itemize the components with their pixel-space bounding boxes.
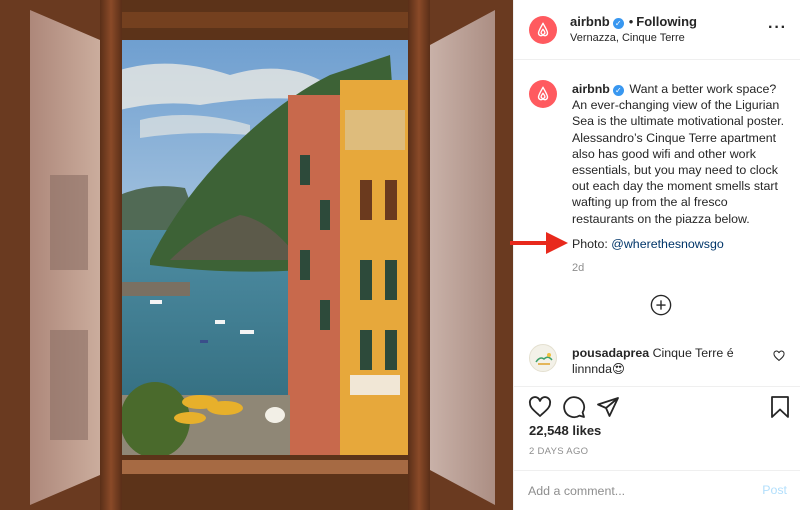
photo-credit: Photo: @wherethesnowsgo — [572, 237, 724, 251]
post-timestamp: 2 DAYS AGO — [529, 446, 589, 457]
commenter-username[interactable]: pousadaprea — [572, 346, 649, 360]
verified-badge-icon: ✓ — [612, 85, 624, 96]
comment-like-icon[interactable] — [773, 350, 785, 362]
likes-count[interactable]: 22,548 likes — [529, 423, 601, 438]
caption-text: Want a better work space? An ever-changi… — [572, 82, 785, 226]
credit-label: Photo: — [572, 237, 608, 251]
post-comment-button[interactable]: Post — [762, 483, 787, 497]
following-button[interactable]: Following — [636, 14, 697, 29]
red-arrow-icon — [510, 232, 568, 254]
caption-age: 2d — [572, 262, 585, 274]
comment-bubble-icon[interactable] — [562, 395, 586, 419]
airbnb-logo-icon — [537, 22, 549, 37]
bookmark-icon[interactable] — [768, 395, 792, 419]
plus-circle-icon[interactable] — [650, 294, 672, 316]
header-user-line: airbnb ✓ • Following — [570, 14, 697, 29]
post-actions: 22,548 likes 2 DAYS AGO — [514, 386, 800, 466]
commenter-avatar[interactable] — [529, 344, 557, 372]
caption-author-avatar[interactable] — [529, 80, 557, 108]
post-location[interactable]: Vernazza, Cinque Terre — [570, 32, 685, 44]
heart-icon[interactable] — [528, 395, 552, 419]
caption-author-username[interactable]: airbnb — [572, 82, 610, 96]
add-comment-input[interactable] — [528, 481, 728, 501]
author-username[interactable]: airbnb — [570, 14, 610, 29]
window-view-image — [0, 0, 513, 510]
verified-badge-icon: ✓ — [612, 18, 624, 29]
post-header: airbnb ✓ • Following Vernazza, Cinque Terre… — [514, 0, 800, 60]
pousada-logo-icon — [535, 353, 553, 365]
airbnb-logo-icon — [537, 86, 549, 101]
caption-section: airbnb ✓ Want a better work space? An eve… — [514, 60, 800, 336]
comment-row: pousadaprea Cinque Terre é linnnda😍 — [514, 336, 800, 386]
comment-text-block: pousadaprea Cinque Terre é linnnda😍 — [572, 345, 762, 377]
author-avatar[interactable] — [529, 16, 557, 44]
caption-text-block: airbnb ✓ Want a better work space? An eve… — [572, 81, 790, 227]
separator-dot: • — [628, 14, 634, 29]
post-photo[interactable] — [0, 0, 513, 510]
paper-plane-icon[interactable] — [596, 395, 620, 419]
credit-handle-link[interactable]: @wherethesnowsgo — [611, 237, 723, 251]
more-options-icon[interactable]: ··· — [768, 19, 787, 37]
add-comment-bar: Post — [514, 470, 800, 510]
